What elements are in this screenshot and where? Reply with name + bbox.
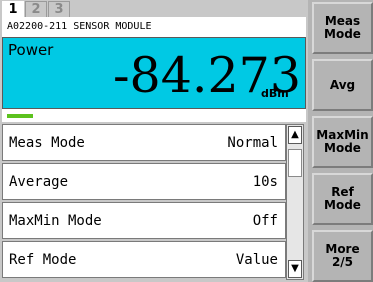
setting-value: Off bbox=[252, 213, 278, 229]
level-bar-fill bbox=[7, 114, 34, 118]
setting-row-ref-mode[interactable]: Ref Mode Value bbox=[2, 241, 286, 278]
setting-label: MaxMin Mode bbox=[9, 213, 102, 229]
down-arrow-icon[interactable]: ▼ bbox=[288, 260, 302, 278]
setting-value: 10s bbox=[252, 174, 278, 190]
softkey-pane: Meas Mode Avg MaxMin Mode Ref Mode More … bbox=[308, 0, 373, 282]
softkey-ref-mode[interactable]: Ref Mode bbox=[312, 173, 373, 225]
tab-2[interactable]: 2 bbox=[25, 1, 47, 17]
softkey-meas-mode[interactable]: Meas Mode bbox=[312, 2, 373, 54]
module-title: A02200-211 SENSOR MODULE bbox=[2, 17, 306, 37]
softkey-avg[interactable]: Avg bbox=[312, 59, 373, 111]
level-bar-area bbox=[2, 109, 306, 122]
setting-label: Ref Mode bbox=[9, 252, 77, 268]
up-arrow-icon[interactable]: ▲ bbox=[288, 126, 302, 144]
setting-row-average[interactable]: Average 10s bbox=[2, 163, 286, 200]
softkey-more[interactable]: More 2/5 bbox=[312, 230, 373, 282]
settings-list: Meas Mode Normal Average 10s MaxMin Mode… bbox=[2, 124, 286, 280]
tab-1[interactable]: 1 bbox=[2, 1, 24, 17]
setting-label: Meas Mode bbox=[9, 135, 85, 151]
setting-value: Normal bbox=[227, 135, 278, 151]
measurement-unit: dBm bbox=[261, 87, 289, 100]
tab-3[interactable]: 3 bbox=[48, 1, 70, 17]
setting-label: Average bbox=[9, 174, 69, 190]
screen-tabs: 1 2 3 bbox=[2, 1, 71, 17]
scrollbar[interactable]: ▲ ▼ bbox=[286, 124, 304, 280]
setting-row-meas-mode[interactable]: Meas Mode Normal bbox=[2, 124, 286, 161]
measurement-label: Power bbox=[8, 41, 54, 59]
setting-row-maxmin-mode[interactable]: MaxMin Mode Off bbox=[2, 202, 286, 239]
setting-value: Value bbox=[235, 252, 278, 268]
scroll-thumb[interactable] bbox=[288, 149, 302, 177]
main-pane: 1 2 3 A02200-211 SENSOR MODULE Power -84… bbox=[0, 0, 308, 282]
softkey-maxmin-mode[interactable]: MaxMin Mode bbox=[312, 116, 373, 168]
measurement-panel: Power -84.273 dBm bbox=[2, 37, 306, 109]
level-bar bbox=[7, 114, 301, 118]
